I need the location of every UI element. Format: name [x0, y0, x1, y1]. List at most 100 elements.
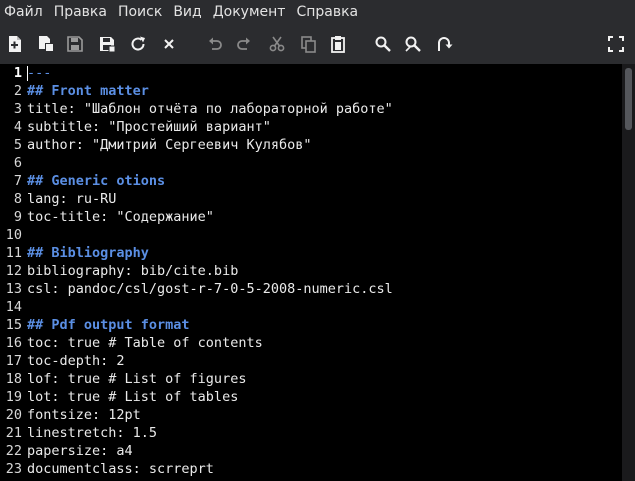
menu-file[interactable]: Файл [0, 0, 50, 24]
code-line[interactable]: 19 lot: true # List of tables [0, 388, 622, 406]
line-text: csl: pandoc/csl/gost-r-7-0-5-2008-numeri… [27, 281, 393, 297]
code-line[interactable]: 3 title: "Шаблон отчёта по лабораторной р… [0, 100, 622, 118]
line-number: 7 [13, 173, 22, 189]
line-text: --- [27, 65, 52, 81]
line-text: title: "Шаблон отчёта по лабораторной ра… [27, 101, 393, 117]
line-number: 4 [13, 119, 22, 135]
code-line[interactable]: 23 documentclass: scrreprt [0, 460, 622, 478]
paste-button[interactable] [327, 33, 349, 55]
code-line[interactable]: 9 toc-title: "Содержание" [0, 208, 622, 226]
line-text: bibliography: bib/cite.bib [27, 263, 239, 279]
line-text: lot: true # List of tables [27, 389, 239, 405]
line-number: 21 [5, 425, 22, 441]
code-line[interactable]: 8 lang: ru-RU [0, 190, 622, 208]
line-text: lof: true # List of figures [27, 371, 247, 387]
redo-icon [237, 37, 250, 50]
close-icon [164, 39, 174, 49]
line-text: subtitle: "Простейший вариант" [27, 119, 271, 135]
menu-view[interactable]: Вид [169, 0, 208, 24]
find-replace-button[interactable] [402, 33, 424, 55]
line-number: 12 [5, 263, 22, 279]
save-all-button[interactable] [96, 33, 118, 55]
reload-icon [131, 36, 145, 51]
line-text: toc-depth: 2 [27, 353, 125, 369]
code-line[interactable]: 20 fontsize: 12pt [0, 406, 622, 424]
line-text: author: "Дмитрий Сергеевич Кулябов" [27, 137, 312, 153]
line-number: 6 [13, 155, 22, 171]
undo-icon [209, 37, 222, 50]
line-text: toc: true # Table of contents [27, 335, 263, 351]
line-number: 3 [13, 101, 22, 117]
new-window-icon [39, 36, 54, 52]
line-number: 14 [5, 299, 22, 315]
line-text: documentclass: scrreprt [27, 461, 214, 477]
save-icon [67, 36, 83, 52]
new-window-button[interactable] [35, 33, 57, 55]
line-number: 18 [5, 371, 22, 387]
editor-area[interactable]: 1 --- 2 ## Front matter 3 title: "Шаблон отчё… [0, 64, 622, 481]
line-text: ## Bibliography [27, 245, 149, 261]
line-text: linestretch: 1.5 [27, 425, 158, 441]
line-text: ## Pdf output format [27, 317, 190, 333]
code-line[interactable]: 5 author: "Дмитрий Сергеевич Кулябов" [0, 136, 622, 154]
line-number: 22 [5, 443, 22, 459]
menu-edit[interactable]: Правка [50, 0, 114, 24]
code-line[interactable]: 22 papersize: a4 [0, 442, 622, 460]
save-all-icon [100, 37, 116, 53]
line-number: 13 [5, 281, 22, 297]
copy-icon [301, 36, 316, 53]
vertical-scrollbar[interactable] [622, 64, 635, 481]
redo-button[interactable] [233, 33, 255, 55]
line-number: 11 [5, 245, 22, 261]
line-number: 9 [13, 209, 22, 225]
undo-button[interactable] [204, 33, 226, 55]
line-text: ## Front matter [27, 83, 149, 99]
reload-button[interactable] [127, 33, 149, 55]
menu-search[interactable]: Поиск [114, 0, 169, 24]
code-line[interactable]: 4 subtitle: "Простейший вариант" [0, 118, 622, 136]
code-line[interactable]: 2 ## Front matter [0, 82, 622, 100]
save-button[interactable] [64, 33, 86, 55]
code-line[interactable]: 12 bibliography: bib/cite.bib [0, 262, 622, 280]
line-number: 2 [13, 83, 22, 99]
fullscreen-button[interactable] [605, 33, 627, 55]
line-number: 1 [13, 65, 22, 81]
code-line[interactable]: 7 ## Generic otions [0, 172, 622, 190]
code-line[interactable]: 14 [0, 298, 622, 316]
line-text: fontsize: 12pt [27, 407, 141, 423]
code-line[interactable]: 11 ## Bibliography [0, 244, 622, 262]
line-text: lang: ru-RU [27, 191, 117, 207]
line-number: 5 [13, 137, 22, 153]
line-number: 20 [5, 407, 22, 423]
line-number: 23 [5, 461, 22, 477]
code-line[interactable]: 21 linestretch: 1.5 [0, 424, 622, 442]
go-to-button[interactable] [433, 33, 455, 55]
code-line[interactable]: 10 [0, 226, 622, 244]
menu-bar: Файл Правка Поиск Вид Документ Справка [0, 0, 635, 24]
cut-button[interactable] [266, 33, 288, 55]
line-number: 8 [13, 191, 22, 207]
line-text: toc-title: "Содержание" [27, 209, 214, 225]
fullscreen-icon [608, 36, 624, 52]
code-line[interactable]: 6 [0, 154, 622, 172]
find-replace-icon [405, 36, 421, 52]
new-document-icon [9, 36, 21, 52]
code-line[interactable]: 16 toc: true # Table of contents [0, 334, 622, 352]
line-number: 19 [5, 389, 22, 405]
search-button[interactable] [372, 33, 394, 55]
scrollbar-thumb[interactable] [625, 68, 632, 130]
copy-button[interactable] [297, 33, 319, 55]
menu-help[interactable]: Справка [292, 0, 365, 24]
line-text: ## Generic otions [27, 173, 166, 189]
code-line[interactable]: 1 --- [0, 64, 622, 82]
line-number: 15 [5, 317, 22, 333]
close-button[interactable] [158, 33, 180, 55]
new-document-button[interactable] [4, 33, 26, 55]
code-line[interactable]: 15 ## Pdf output format [0, 316, 622, 334]
cut-icon [269, 36, 285, 52]
code-line[interactable]: 13 csl: pandoc/csl/gost-r-7-0-5-2008-nume… [0, 280, 622, 298]
menu-document[interactable]: Документ [209, 0, 293, 24]
code-line[interactable]: 18 lof: true # List of figures [0, 370, 622, 388]
code-line[interactable]: 17 toc-depth: 2 [0, 352, 622, 370]
line-number: 17 [5, 353, 22, 369]
